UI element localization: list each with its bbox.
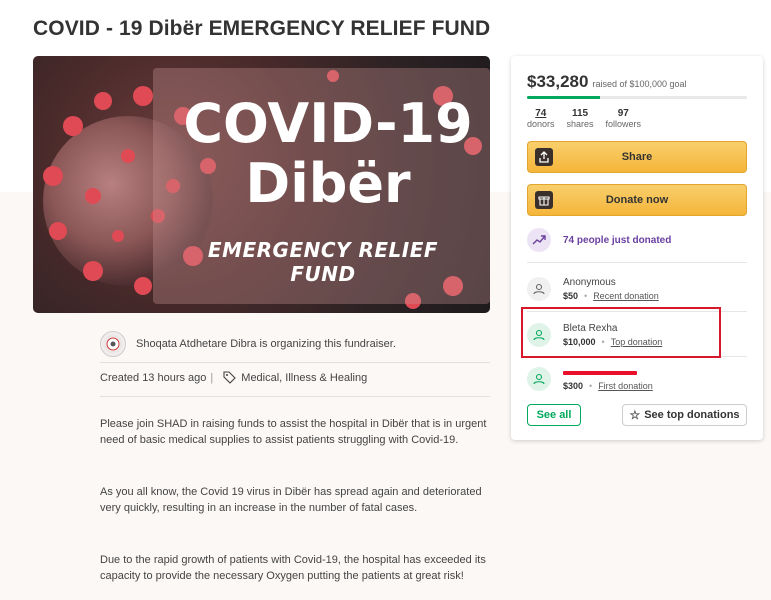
share-icon: [535, 148, 553, 166]
separator: |: [210, 371, 214, 384]
goal-text: raised of $100,000 goal: [592, 79, 687, 89]
organizer-row: Shoqata Atdhetare Dibra is organizing th…: [100, 330, 490, 358]
organizer-text: Shoqata Atdhetare Dibra is organizing th…: [136, 338, 396, 350]
shares-count: 115: [571, 108, 589, 119]
donor-name: Anonymous: [563, 277, 616, 288]
category-link[interactable]: Medical, Illness & Healing: [241, 372, 367, 384]
trending-icon: [527, 228, 551, 252]
donation-card: $33,280 raised of $100,000 goal 74 donor…: [511, 56, 763, 440]
stats-row: 74 donors 115 shares 97 followers: [527, 108, 653, 129]
followers-label: followers: [605, 119, 642, 129]
stat-followers: 97 followers: [606, 108, 642, 129]
raised-amount: $33,280: [527, 72, 589, 91]
divider: [527, 356, 747, 357]
donation-amount: $300: [563, 380, 584, 391]
redacted-name: [563, 370, 637, 375]
trend-row: 74 people just donated: [527, 228, 671, 252]
divider: [527, 311, 747, 312]
donate-button[interactable]: Donate now: [527, 184, 747, 216]
created-time: Created 13 hours ago: [100, 371, 207, 384]
progress-bar: [527, 96, 747, 99]
see-all-button[interactable]: See all: [527, 404, 581, 426]
donor-avatar-icon: [527, 277, 551, 301]
donors-count[interactable]: 74: [527, 108, 555, 119]
see-top-label: See top donations: [644, 409, 740, 421]
divider: [100, 362, 490, 363]
hero-line-1: COVID-19: [183, 92, 473, 155]
donation-amount: $50: [563, 291, 579, 301]
donate-icon: [535, 191, 553, 209]
progress-fill: [527, 96, 600, 99]
donation-type[interactable]: First donation: [598, 381, 653, 391]
star-icon: ☆: [629, 408, 641, 422]
tag-icon: [223, 371, 237, 384]
share-button[interactable]: Share: [527, 141, 747, 173]
donor-name: Bleta Rexha: [563, 323, 618, 334]
hero-line-2: Dibër: [245, 152, 411, 215]
organizer-avatar[interactable]: [100, 331, 126, 357]
divider: [527, 262, 747, 263]
donation-amount: $10,000: [563, 337, 596, 347]
shares-label: shares: [566, 119, 594, 129]
followers-count: 97: [617, 108, 629, 119]
separator-dot: •: [584, 291, 588, 301]
stat-donors[interactable]: 74 donors: [527, 108, 555, 129]
divider: [100, 396, 490, 397]
story-paragraph-2: As you all know, the Covid 19 virus in D…: [100, 486, 482, 514]
donate-label: Donate now: [605, 194, 669, 206]
hero-heading: COVID-19 Dibër: [183, 94, 473, 214]
separator-dot: •: [589, 380, 593, 391]
page-title: COVID - 19 Dibër EMERGENCY RELIEF FUND: [33, 17, 491, 40]
separator-dot: •: [601, 337, 605, 347]
stat-shares: 115 shares: [567, 108, 594, 129]
story-paragraph-1: Please join SHAD in raising funds to ass…: [100, 418, 487, 446]
raised-summary: $33,280 raised of $100,000 goal: [527, 72, 687, 92]
donation-item: Anonymous $50 • Recent donation: [527, 272, 747, 306]
story-paragraph-3: Due to the rapid growth of patients with…: [100, 554, 486, 582]
donation-item: $300 • First donation: [527, 362, 747, 396]
trend-text: 74 people just donated: [563, 234, 672, 246]
hero-image: COVID-19 Dibër EMERGENCY RELIEF FUND: [33, 56, 490, 313]
meta-row: Created 13 hours ago | Medical, Illness …: [100, 371, 367, 384]
hero-subheading: EMERGENCY RELIEF FUND: [207, 238, 439, 286]
share-label: Share: [621, 151, 653, 163]
donor-avatar-icon: [527, 323, 551, 347]
donation-type[interactable]: Recent donation: [593, 291, 659, 301]
donor-avatar-icon: [527, 367, 551, 391]
donors-label: donors: [527, 119, 555, 129]
donation-item: Bleta Rexha $10,000 • Top donation: [527, 318, 747, 352]
see-top-donations-button[interactable]: ☆ See top donations: [622, 404, 747, 426]
donation-type[interactable]: Top donation: [611, 337, 663, 347]
